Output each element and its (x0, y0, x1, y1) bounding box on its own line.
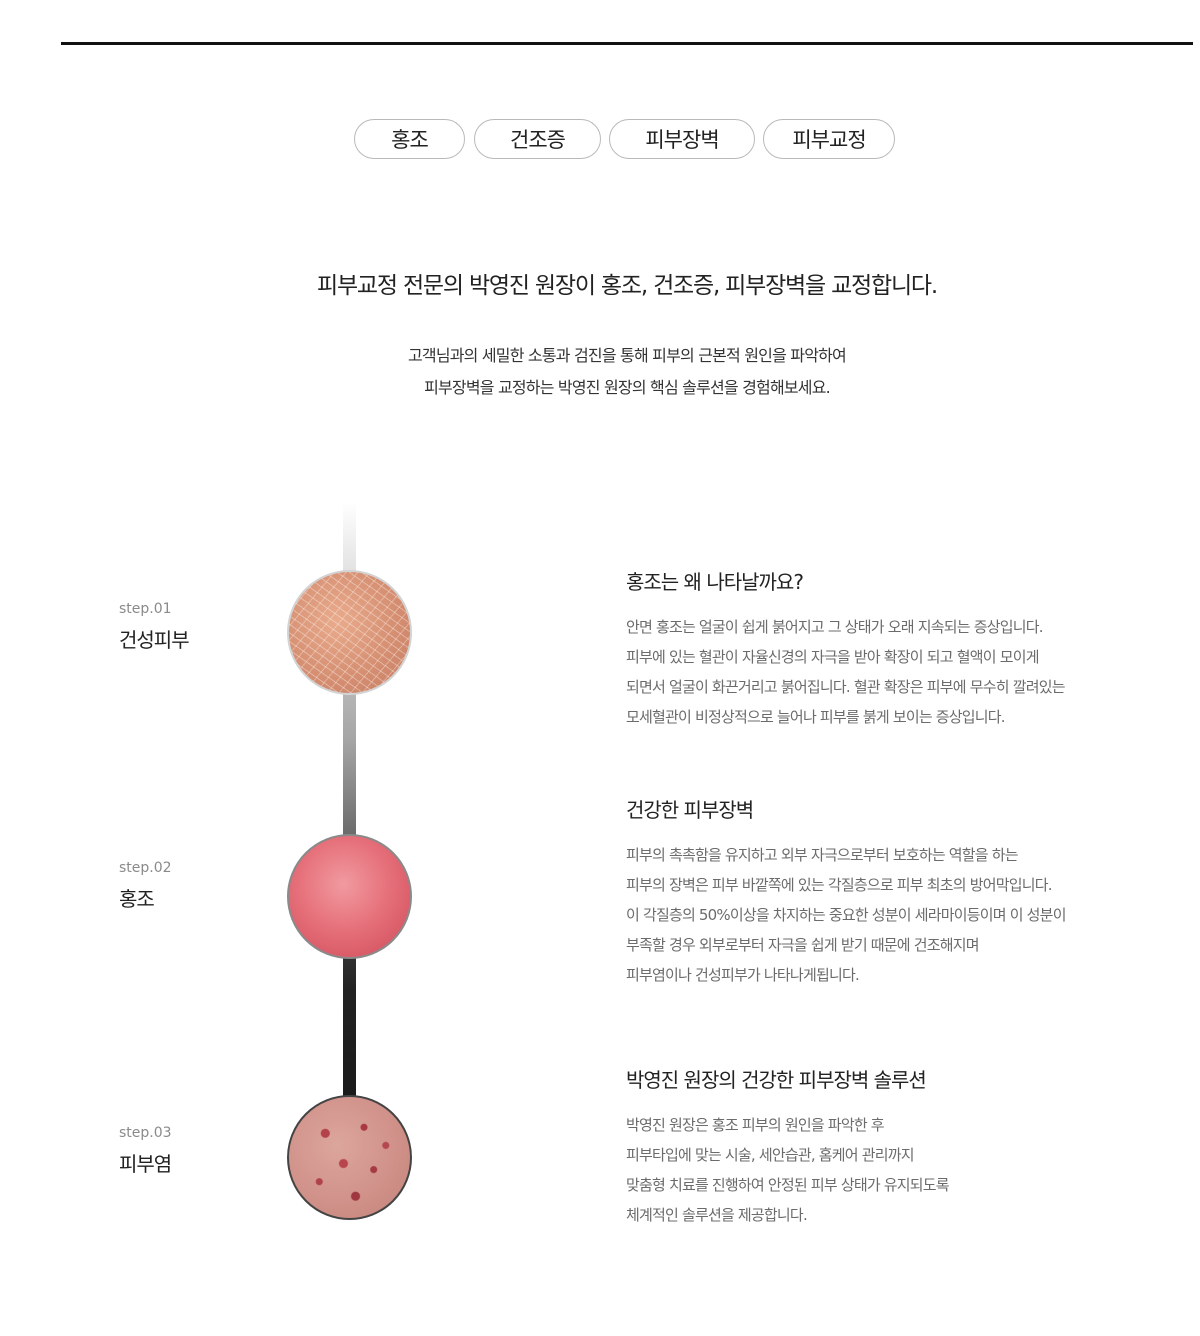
section-text: 부족할 경우 외부로부터 자극을 쉽게 받기 때문에 건조해지며 (626, 936, 980, 954)
section-text: 안면 홍조는 얼굴이 쉽게 붉어지고 그 상태가 오래 지속되는 증상입니다. (626, 618, 1043, 636)
redness-skin-photo (287, 834, 412, 959)
step-name: 홍조 (119, 887, 155, 911)
page-headline: 피부교정 전문의 박영진 원장이 홍조, 건조증, 피부장벽을 교정합니다. (317, 273, 938, 299)
tab-dryness[interactable]: 건조증 (474, 119, 601, 159)
section-text: 피부의 촉촉함을 유지하고 외부 자극으로부터 보호하는 역할을 하는 (626, 846, 1019, 864)
step-number: step.03 (119, 1125, 172, 1141)
section-text: 되면서 얼굴이 화끈거리고 붉어집니다. 혈관 확장은 피부에 무수히 깔려있는 (626, 678, 1066, 696)
dermatitis-skin-photo (287, 1095, 412, 1220)
section-text: 맞춤형 치료를 진행하여 안정된 피부 상태가 유지되도록 (626, 1176, 950, 1194)
section-title: 박영진 원장의 건강한 피부장벽 솔루션 (626, 1068, 927, 1092)
tab-skin-correction[interactable]: 피부교정 (763, 119, 895, 159)
top-divider (61, 42, 1193, 45)
section-text: 피부염이나 건성피부가 나타나게됩니다. (626, 966, 860, 984)
step-number: step.01 (119, 601, 172, 617)
step-name: 피부염 (119, 1152, 172, 1176)
section-text: 이 각질층의 50%이상을 차지하는 중요한 성분이 세라마이등이며 이 성분이 (626, 906, 1067, 924)
tab-skin-barrier[interactable]: 피부장벽 (609, 119, 755, 159)
intro-line: 고객님과의 세밀한 소통과 검진을 통해 피부의 근본적 원인을 파악하여 (408, 346, 847, 365)
section-text: 피부에 있는 혈관이 자율신경의 자극을 받아 확장이 되고 혈액이 모이게 (626, 648, 1040, 666)
intro-line: 피부장벽을 교정하는 박영진 원장의 핵심 솔루션을 경험해보세요. (424, 378, 831, 397)
step-number: step.02 (119, 860, 172, 876)
section-title: 건강한 피부장벽 (626, 798, 754, 822)
category-tabs: 홍조 건조증 피부장벽 피부교정 (0, 119, 1200, 161)
tab-redness[interactable]: 홍조 (354, 119, 465, 159)
section-text: 박영진 원장은 홍조 피부의 원인을 파악한 후 (626, 1116, 885, 1134)
section-text: 피부타입에 맞는 시술, 세안습관, 홈케어 관리까지 (626, 1146, 915, 1164)
dry-skin-photo (287, 570, 412, 695)
section-title: 홍조는 왜 나타날까요? (626, 570, 804, 594)
section-text: 체계적인 솔루션을 제공합니다. (626, 1206, 808, 1224)
section-text: 피부의 장벽은 피부 바깥쪽에 있는 각질층으로 피부 최초의 방어막입니다. (626, 876, 1053, 894)
step-name: 건성피부 (119, 628, 190, 652)
section-text: 모세혈관이 비정상적으로 늘어나 피부를 붉게 보이는 증상입니다. (626, 708, 1006, 726)
